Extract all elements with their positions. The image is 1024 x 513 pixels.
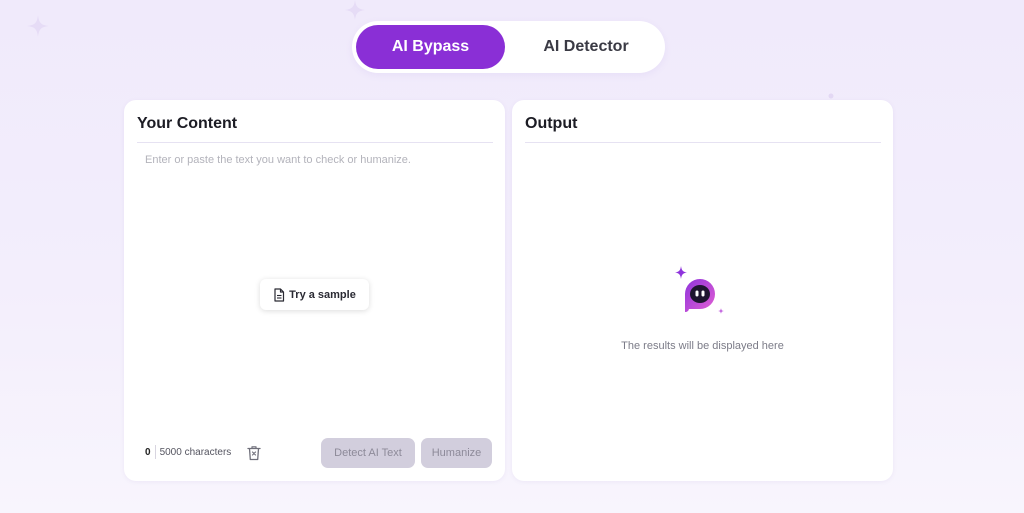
output-empty-message: The results will be displayed here (621, 340, 784, 352)
sparkle-icon (27, 15, 49, 37)
content-panel: Your Content Try a sample 0 5000 charact… (124, 100, 505, 481)
output-panel: Output The results will be displayed her… (512, 100, 893, 481)
divider (137, 142, 493, 143)
try-sample-button[interactable]: Try a sample (260, 279, 369, 310)
divider (525, 142, 881, 143)
tab-ai-bypass[interactable]: AI Bypass (356, 25, 505, 69)
tab-ai-detector[interactable]: AI Detector (511, 25, 661, 69)
content-panel-title: Your Content (137, 115, 238, 132)
trash-icon[interactable] (247, 445, 261, 461)
counter-separator (154, 445, 156, 459)
detect-ai-text-button[interactable]: Detect AI Text (321, 438, 415, 468)
sparkle-icon (828, 93, 834, 99)
character-counter: 0 5000 characters (145, 445, 231, 459)
output-panel-title: Output (525, 115, 578, 132)
mode-tabs: AI Bypass AI Detector (352, 21, 665, 73)
sparkle-icon (345, 0, 365, 20)
humanize-button[interactable]: Humanize (421, 438, 492, 468)
char-count: 0 (145, 446, 151, 458)
try-sample-label: Try a sample (289, 288, 356, 301)
document-icon (273, 287, 285, 302)
char-limit: 5000 characters (159, 446, 232, 458)
robot-mascot-icon (675, 266, 724, 314)
